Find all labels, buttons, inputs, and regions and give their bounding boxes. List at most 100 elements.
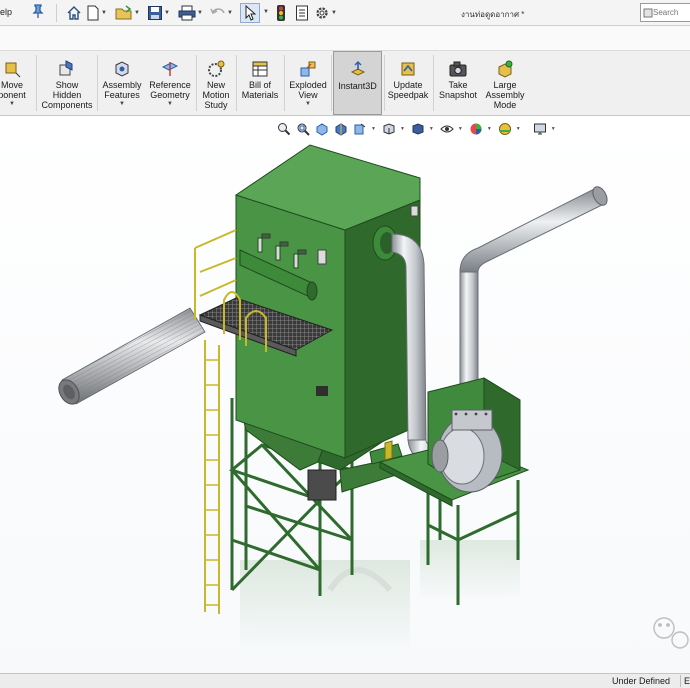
assembly-features-label: Assembly Features bbox=[102, 80, 142, 100]
display-style-icon bbox=[412, 123, 424, 135]
tab-strip bbox=[0, 26, 690, 50]
chevron-down-icon: ▼ bbox=[167, 101, 173, 107]
ribbon-separator bbox=[384, 55, 385, 111]
select-cursor-icon bbox=[245, 5, 256, 21]
home-button[interactable] bbox=[66, 3, 82, 23]
options-button[interactable]: ▼ bbox=[314, 3, 337, 23]
bill-of-materials-label: Bill of Materials bbox=[241, 80, 279, 100]
rebuild-traffic-light-icon bbox=[277, 5, 285, 21]
print-button[interactable]: ▼ bbox=[178, 3, 203, 23]
previous-view-button[interactable] bbox=[314, 121, 330, 137]
save-button[interactable]: ▼ bbox=[147, 3, 170, 23]
edit-appearance-button[interactable] bbox=[468, 121, 484, 137]
search-icon bbox=[643, 8, 653, 17]
instant3d-icon bbox=[350, 61, 365, 76]
monitor-icon bbox=[533, 123, 546, 135]
search-box[interactable] bbox=[640, 3, 690, 22]
zoom-to-fit-button[interactable] bbox=[276, 121, 292, 137]
reference-geometry-label: Reference Geometry bbox=[149, 80, 191, 100]
home-icon bbox=[67, 6, 81, 20]
pin-icon[interactable] bbox=[32, 4, 46, 20]
exploded-view-icon bbox=[300, 61, 316, 77]
chevron-down-icon[interactable]: ▼ bbox=[551, 126, 556, 132]
hide-show-items-button[interactable] bbox=[439, 121, 455, 137]
exploded-view-label: Exploded View bbox=[289, 80, 327, 100]
view-orientation-button[interactable] bbox=[381, 121, 397, 137]
ribbon-separator bbox=[97, 55, 98, 111]
new-document-button[interactable]: ▼ bbox=[86, 3, 107, 23]
chevron-down-icon[interactable]: ▼ bbox=[400, 126, 405, 132]
rebuild-button[interactable] bbox=[276, 3, 286, 23]
move-component-icon bbox=[5, 62, 21, 78]
show-hidden-components-button[interactable]: Show Hidden Components bbox=[38, 51, 96, 115]
section-view-button[interactable] bbox=[333, 121, 349, 137]
chevron-down-icon[interactable]: ▼ bbox=[487, 126, 492, 132]
chevron-down-icon: ▼ bbox=[331, 10, 337, 16]
take-snapshot-label: Take Snapshot bbox=[438, 80, 478, 100]
large-assembly-mode-button[interactable]: Large Assembly Mode bbox=[484, 51, 526, 115]
chevron-down-icon[interactable]: ▼ bbox=[371, 126, 376, 132]
take-snapshot-button[interactable]: Take Snapshot bbox=[436, 51, 480, 115]
show-hidden-components-label: Show Hidden Components bbox=[41, 80, 93, 110]
search-input[interactable] bbox=[653, 8, 689, 17]
save-icon bbox=[148, 6, 162, 20]
assembly-features-icon bbox=[115, 61, 129, 77]
bill-of-materials-button[interactable]: Bill of Materials bbox=[238, 51, 282, 115]
new-motion-study-button[interactable]: New Motion Study bbox=[198, 51, 234, 115]
new-document-icon bbox=[87, 5, 99, 21]
chevron-down-icon: ▼ bbox=[101, 10, 107, 16]
command-manager-ribbon: Move ponent ▼ Show Hidden Components Ass… bbox=[0, 50, 690, 116]
new-motion-study-icon bbox=[208, 60, 225, 77]
graphics-viewport[interactable] bbox=[0, 117, 690, 673]
chevron-down-icon[interactable]: ▼ bbox=[263, 9, 269, 15]
chevron-down-icon: ▼ bbox=[119, 101, 125, 107]
reference-geometry-icon bbox=[161, 62, 179, 76]
watermark-logo-icon bbox=[653, 617, 689, 649]
apply-scene-button[interactable] bbox=[497, 121, 513, 137]
chevron-down-icon[interactable]: ▼ bbox=[458, 126, 463, 132]
file-properties-icon bbox=[296, 5, 308, 21]
assembly-features-button[interactable]: Assembly Features ▼ bbox=[100, 51, 144, 115]
status-right-field: E bbox=[684, 676, 690, 686]
chevron-down-icon: ▼ bbox=[305, 101, 311, 107]
reference-geometry-button[interactable]: Reference Geometry ▼ bbox=[146, 51, 194, 115]
undo-button[interactable]: ▼ bbox=[210, 3, 233, 23]
chevron-down-icon[interactable]: ▼ bbox=[516, 126, 521, 132]
bill-of-materials-icon bbox=[252, 61, 268, 77]
zoom-to-fit-icon bbox=[278, 123, 291, 136]
instant3d-label: Instant3D bbox=[338, 81, 377, 91]
previous-view-icon bbox=[316, 123, 328, 136]
edit-appearance-icon bbox=[470, 123, 482, 135]
ribbon-separator bbox=[284, 55, 285, 111]
chevron-down-icon: ▼ bbox=[197, 10, 203, 16]
chevron-down-icon: ▼ bbox=[134, 10, 140, 16]
quick-access-separator bbox=[56, 4, 57, 22]
chevron-down-icon[interactable]: ▼ bbox=[429, 126, 434, 132]
ribbon-separator bbox=[36, 55, 37, 111]
flexible-duct bbox=[58, 307, 206, 405]
instant3d-button[interactable]: Instant3D bbox=[333, 51, 382, 115]
open-button[interactable]: ▼ bbox=[115, 3, 140, 23]
chevron-down-icon: ▼ bbox=[164, 10, 170, 16]
title-bar: elp ▼ ▼ ▼ ▼ ▼ ▼ ▼ งานท่อดูดอากาศ * bbox=[0, 0, 690, 26]
select-button[interactable] bbox=[240, 3, 260, 23]
dynamic-annotation-button[interactable] bbox=[352, 121, 368, 137]
zoom-to-area-icon bbox=[297, 123, 310, 136]
new-motion-study-label: New Motion Study bbox=[202, 80, 230, 110]
update-speedpak-button[interactable]: Update Speedpak bbox=[386, 51, 430, 115]
move-component-button[interactable]: Move ponent ▼ bbox=[0, 51, 34, 115]
display-style-button[interactable] bbox=[410, 121, 426, 137]
zoom-to-area-button[interactable] bbox=[295, 121, 311, 137]
options-gear-icon bbox=[316, 7, 328, 19]
status-bar: Under Defined E bbox=[0, 673, 690, 688]
menu-help[interactable]: elp bbox=[0, 7, 12, 17]
view-orientation-icon bbox=[383, 123, 395, 135]
document-title: งานท่อดูดอากาศ * bbox=[461, 10, 525, 19]
assembly-model-render bbox=[58, 144, 689, 650]
show-hidden-components-icon bbox=[59, 60, 73, 76]
large-assembly-mode-icon bbox=[498, 60, 513, 78]
view-settings-button[interactable] bbox=[532, 121, 548, 137]
file-properties-button[interactable] bbox=[295, 3, 309, 23]
eye-icon bbox=[440, 125, 454, 133]
exploded-view-button[interactable]: Exploded View ▼ bbox=[286, 51, 330, 115]
